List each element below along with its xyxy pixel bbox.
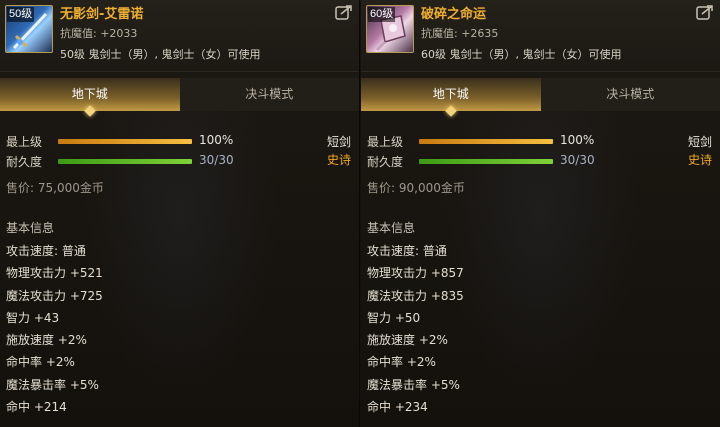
tab-duel-label: 决斗模式 — [606, 87, 655, 101]
durability-value: 30/30 — [199, 153, 234, 167]
weapon-type: 短剑 — [326, 135, 351, 149]
attribute-line: 物理攻击力 +521 — [6, 266, 103, 281]
weapon-type: 短剑 — [687, 135, 712, 149]
max-level-label: 最上级 — [6, 135, 43, 149]
max-level-value: 100% — [560, 133, 595, 147]
active-tab-indicator — [445, 105, 457, 117]
attribute-line: 物理攻击力 +857 — [367, 266, 464, 281]
attribute-line: 施放速度 +2% — [367, 333, 448, 348]
attribute-line: 命中率 +2% — [6, 355, 75, 370]
attribute-line: 攻击速度: 普通 — [6, 244, 86, 258]
max-level-label: 最上级 — [367, 135, 404, 149]
sell-price: 售价: 75,000金币 — [6, 181, 104, 195]
item-tooltip-right: 60级 破碎之命运 抗魔值: +2635 60级 鬼剑士（男）, 鬼剑士（女）可… — [361, 0, 720, 427]
attribute-list: 攻击速度: 普通 物理攻击力 +857 魔法攻击力 +835 智力 +50 施放… — [367, 242, 464, 420]
usable-classes: 60级 鬼剑士（男）, 鬼剑士（女）可使用 — [421, 48, 622, 61]
tab-dungeon-label: 地下城 — [71, 87, 108, 101]
attribute-line: 命中率 +2% — [367, 355, 436, 370]
magic-resist-value: 抗魔值: +2635 — [421, 27, 499, 40]
share-icon[interactable] — [335, 4, 353, 20]
tab-dungeon[interactable]: 地下城 — [0, 78, 180, 117]
item-name: 破碎之命运 — [421, 7, 487, 22]
max-level-value: 100% — [199, 133, 234, 147]
active-tab-indicator — [84, 105, 96, 117]
magic-resist-value: 抗魔值: +2033 — [60, 27, 138, 40]
max-level-bar — [58, 139, 192, 144]
usable-classes: 50级 鬼剑士（男）, 鬼剑士（女）可使用 — [60, 48, 261, 61]
attribute-line: 魔法攻击力 +835 — [367, 288, 464, 303]
durability-fill — [58, 159, 192, 164]
durability-value: 30/30 — [560, 153, 595, 167]
attribute-line: 智力 +50 — [367, 310, 421, 325]
durability-fill — [419, 159, 553, 164]
max-level-fill — [58, 139, 192, 144]
mode-tabs: 地下城 决斗模式 — [0, 78, 359, 117]
share-icon[interactable] — [696, 4, 714, 20]
tab-dungeon-label: 地下城 — [432, 87, 469, 101]
tab-dungeon[interactable]: 地下城 — [361, 78, 541, 117]
item-level-tag: 60级 — [368, 7, 396, 22]
item-level-tag: 50级 — [7, 7, 35, 22]
attribute-line: 命中 +234 — [367, 400, 428, 415]
tooltip-header: 50级 无影剑-艾雷诺 抗魔值: +2033 50级 鬼剑士（男）, 鬼剑士（女… — [0, 0, 359, 72]
item-name: 无影剑-艾雷诺 — [60, 7, 144, 22]
attribute-line: 智力 +43 — [6, 310, 60, 325]
tooltip-header: 60级 破碎之命运 抗魔值: +2635 60级 鬼剑士（男）, 鬼剑士（女）可… — [361, 0, 720, 72]
item-tooltip-left: 50级 无影剑-艾雷诺 抗魔值: +2033 50级 鬼剑士（男）, 鬼剑士（女… — [0, 0, 360, 427]
attribute-list: 攻击速度: 普通 物理攻击力 +521 魔法攻击力 +725 智力 +43 施放… — [6, 242, 103, 420]
tab-duel[interactable]: 决斗模式 — [179, 78, 359, 111]
attribute-line: 命中 +214 — [6, 400, 67, 415]
attribute-line: 魔法暴击率 +5% — [6, 377, 99, 392]
section-title: 基本信息 — [367, 221, 416, 235]
durability-bar — [58, 159, 192, 164]
sell-price: 售价: 90,000金币 — [367, 181, 465, 195]
max-level-bar — [419, 139, 553, 144]
section-title: 基本信息 — [6, 221, 55, 235]
durability-label: 耐久度 — [367, 155, 404, 169]
attribute-line: 魔法攻击力 +725 — [6, 288, 103, 303]
attribute-line: 攻击速度: 普通 — [367, 244, 447, 258]
cube-weapon-icon: 60级 — [366, 5, 414, 53]
attribute-line: 魔法暴击率 +5% — [367, 377, 460, 392]
tab-duel-label: 决斗模式 — [245, 87, 294, 101]
sword-icon: 50级 — [5, 5, 53, 53]
mode-tabs: 地下城 决斗模式 — [361, 78, 720, 117]
durability-label: 耐久度 — [6, 155, 43, 169]
rarity-label: 史诗 — [326, 153, 351, 167]
attribute-line: 施放速度 +2% — [6, 333, 87, 348]
tab-duel[interactable]: 决斗模式 — [540, 78, 720, 111]
rarity-label: 史诗 — [687, 153, 712, 167]
max-level-fill — [419, 139, 553, 144]
durability-bar — [419, 159, 553, 164]
